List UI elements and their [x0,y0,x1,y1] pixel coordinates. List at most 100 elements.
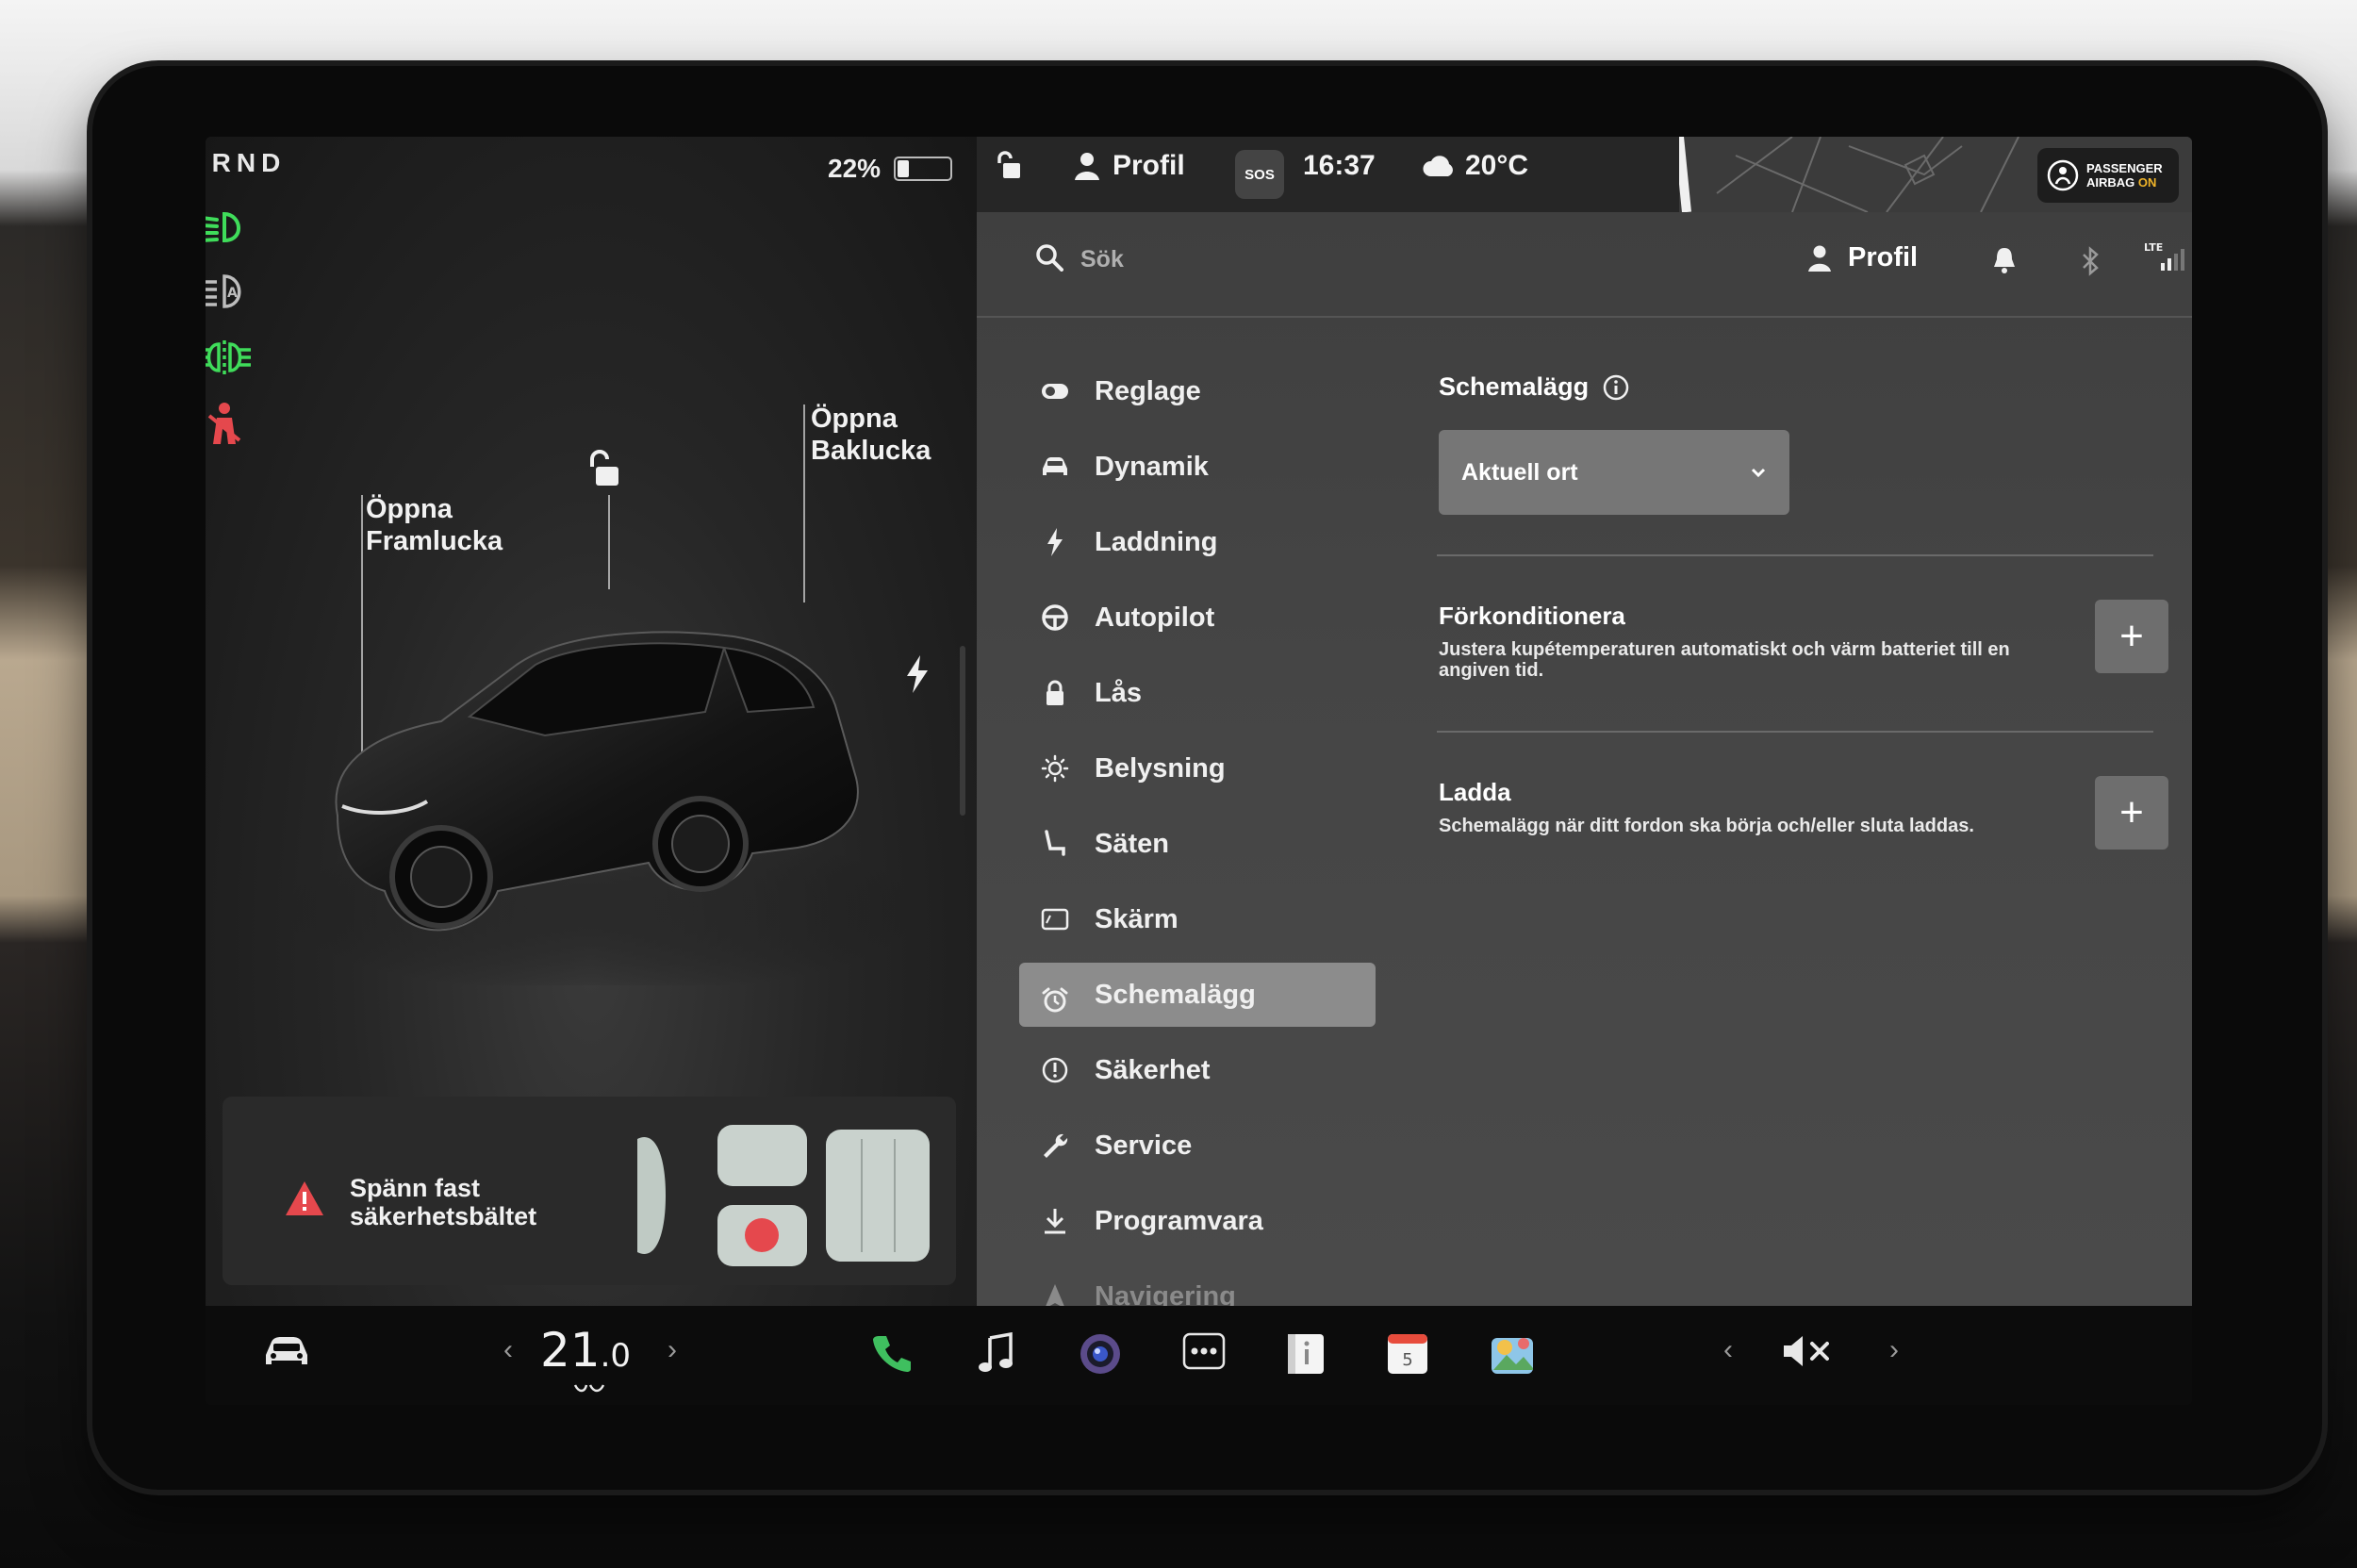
profile-status-button[interactable]: Profil [1071,150,1185,182]
manual-icon[interactable] [1284,1332,1327,1376]
add-precondition-button[interactable]: + [2095,600,2168,673]
panel-scrollbar[interactable] [960,646,965,816]
menu-item-label: Autopilot [1095,602,1215,633]
menu-item-label: Schemalägg [1095,979,1256,1010]
fog-light-icon [206,337,253,378]
warning-triangle-icon [284,1180,325,1222]
airbag-label-line2: AIRBAG [2086,175,2135,190]
location-dropdown[interactable]: Aktuell ort [1439,430,1789,515]
airbag-label-line1: PASSENGER [2086,161,2163,175]
lock-icon [1040,678,1070,708]
music-icon[interactable] [977,1332,1014,1374]
volume-muted-icon[interactable] [1780,1332,1833,1370]
battery-icon [894,157,953,181]
schedule-heading: Schemalägg [1439,372,2174,402]
vehicle-3d-model[interactable] [262,533,922,995]
passenger-airbag-indicator: PASSENGER AIRBAG ON [2037,148,2179,203]
toggle-icon [1040,376,1070,406]
bell-icon[interactable] [1992,246,2017,279]
trunk-open-label[interactable]: Öppna Baklucka [811,403,931,467]
lte-signal-icon: LTE [2144,240,2191,277]
menu-item-dynamik[interactable]: Dynamik [1019,429,1377,504]
unlocked-icon[interactable] [583,448,624,494]
volume-down-button[interactable]: ‹ [1723,1334,1733,1366]
volume-up-button[interactable]: › [1889,1334,1899,1366]
add-charge-schedule-button[interactable]: + [2095,776,2168,850]
car-icon[interactable] [260,1332,313,1370]
bluetooth-icon[interactable] [2080,246,2101,281]
info-circle-icon [1040,1055,1070,1085]
touchscreen: PRND 22% A Öppna Framlucka Öppna Bakluck… [206,137,2192,1405]
display-icon [1040,904,1070,934]
charge-row: Ladda Schemalägg när ditt fordon ska bör… [1439,733,2174,907]
camera-icon[interactable] [1079,1332,1122,1376]
wrench-icon [1040,1131,1070,1161]
lte-label: LTE [2144,241,2163,254]
schedule-content: Schemalägg Aktuell ort Förkonditionera J… [1437,372,2174,907]
precondition-description: Justera kupétemperaturen automatiskt och… [1439,639,2010,681]
taskbar: ‹ 21.0 › 5 ‹ › [206,1306,2192,1405]
toybox-icon[interactable] [1490,1332,1535,1376]
seat-icon [1040,829,1070,859]
temp-decimal: .0 [600,1337,632,1375]
search-input[interactable]: Sök [1080,246,1124,273]
precondition-row: Förkonditionera Justera kupétemperaturen… [1439,556,2174,731]
calendar-icon[interactable]: 5 [1386,1332,1429,1376]
bolt-icon [1040,527,1070,557]
menu-item-label: Belysning [1095,752,1226,784]
auto-high-beam-icon: A [206,271,253,312]
menu-item-label: Service [1095,1130,1193,1161]
menu-item-säkerhet[interactable]: Säkerhet [1019,1032,1377,1108]
menu-item-belysning[interactable]: Belysning [1019,731,1377,806]
car-icon [1040,452,1070,482]
door-unlock-icon[interactable] [994,150,1022,182]
profile-label: Profil [1848,242,1919,272]
menu-item-autopilot[interactable]: Autopilot [1019,580,1377,655]
outside-temperature: 20°C [1465,150,1529,181]
menu-item-lås[interactable]: Lås [1019,655,1377,731]
temp-down-button[interactable]: ‹ [503,1334,513,1366]
menu-item-label: Lås [1095,677,1142,708]
temp-up-button[interactable]: › [668,1334,677,1366]
location-dropdown-value: Aktuell ort [1461,458,1578,486]
status-bar: Profil SOS 16:37 20°C PASSENGER AIRBAG O… [977,137,2192,212]
charge-title: Ladda [1439,778,1511,806]
airbag-state: ON [2137,175,2157,190]
battery-status: 22% [828,154,953,184]
menu-item-laddning[interactable]: Laddning [1019,504,1377,580]
airbag-icon [2047,159,2079,191]
menu-item-label: Dynamik [1095,451,1209,482]
chevron-down-icon [1751,468,1766,478]
svg-text:A: A [227,286,238,301]
info-icon[interactable] [1602,373,1630,402]
plus-icon: + [2119,613,2144,659]
map-preview[interactable]: PASSENGER AIRBAG ON [1679,137,2192,212]
download-icon [1040,1206,1070,1236]
menu-item-label: Programvara [1095,1205,1263,1236]
menu-item-schemalägg[interactable]: Schemalägg [1019,963,1376,1027]
sos-button[interactable]: SOS [1235,150,1284,199]
menu-item-programvara[interactable]: Programvara [1019,1183,1377,1259]
more-apps-icon[interactable] [1182,1332,1226,1370]
precondition-title: Förkonditionera [1439,602,1625,630]
menu-item-säten[interactable]: Säten [1019,806,1377,882]
battery-fill [898,160,909,177]
plus-icon: + [2119,789,2144,835]
menu-item-reglage[interactable]: Reglage [1019,354,1377,429]
profile-button[interactable]: Profil [1806,242,1918,273]
climate-temperature[interactable]: 21.0 [540,1323,631,1378]
phone-icon[interactable] [871,1332,913,1374]
menu-item-label: Skärm [1095,903,1178,934]
cloud-icon [1423,156,1453,176]
settings-panel: Profil SOS 16:37 20°C PASSENGER AIRBAG O… [977,137,2192,1312]
menu-item-skärm[interactable]: Skärm [1019,882,1377,957]
charge-description: Schemalägg när ditt fordon ska börja och… [1439,816,1974,836]
menu-item-label: Laddning [1095,526,1218,557]
search-icon[interactable] [1035,243,1063,276]
person-icon [1808,245,1831,272]
alarm-clock-icon [1040,985,1070,1015]
battery-percent: 22% [828,154,882,183]
menu-item-service[interactable]: Service [1019,1108,1377,1183]
menu-item-label: Säkerhet [1095,1054,1211,1085]
temp-integer: 21 [540,1323,601,1378]
